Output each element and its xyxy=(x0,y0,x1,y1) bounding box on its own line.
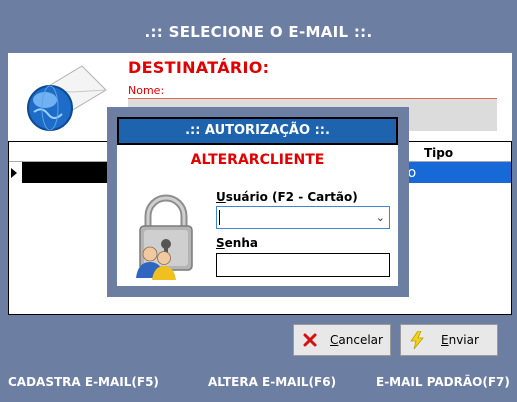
shortcut-altera-email[interactable]: ALTERA E-MAIL(F6) xyxy=(208,375,336,389)
window-title: .:: SELECIONE O E-MAIL ::. xyxy=(144,23,373,41)
auth-dialog-subtitle: ALTERARCLIENTE xyxy=(190,152,325,168)
name-label: Nome: xyxy=(128,84,165,97)
text-cursor xyxy=(219,210,220,225)
password-input[interactable] xyxy=(216,253,390,277)
send-button-label: Enviar xyxy=(441,333,479,347)
username-label: Usuário (F2 - Cartão) xyxy=(216,190,358,204)
password-label: Senha xyxy=(216,236,258,250)
shortcut-email-padrao[interactable]: E-MAIL PADRÃO(F7) xyxy=(376,375,510,389)
cancel-button[interactable]: Cancelar xyxy=(293,324,391,356)
recipient-label: DESTINATÁRIO: xyxy=(128,58,270,77)
grid-column-tipo[interactable]: Tipo xyxy=(424,146,453,160)
cancel-button-label: Cancelar xyxy=(330,333,383,347)
chevron-down-icon[interactable]: ⌄ xyxy=(376,211,385,224)
send-button[interactable]: Enviar xyxy=(400,324,498,356)
lock-users-icon xyxy=(136,194,193,280)
close-icon xyxy=(302,332,318,348)
email-globe-icon xyxy=(27,65,107,131)
row-indicator-icon xyxy=(11,168,17,178)
auth-dialog-title: .:: AUTORIZAÇÃO ::. xyxy=(117,117,398,145)
lightning-icon xyxy=(409,331,425,349)
username-select[interactable]: ⌄ xyxy=(216,206,390,229)
shortcut-cadastra-email[interactable]: CADASTRA E-MAIL(F5) xyxy=(8,375,159,389)
